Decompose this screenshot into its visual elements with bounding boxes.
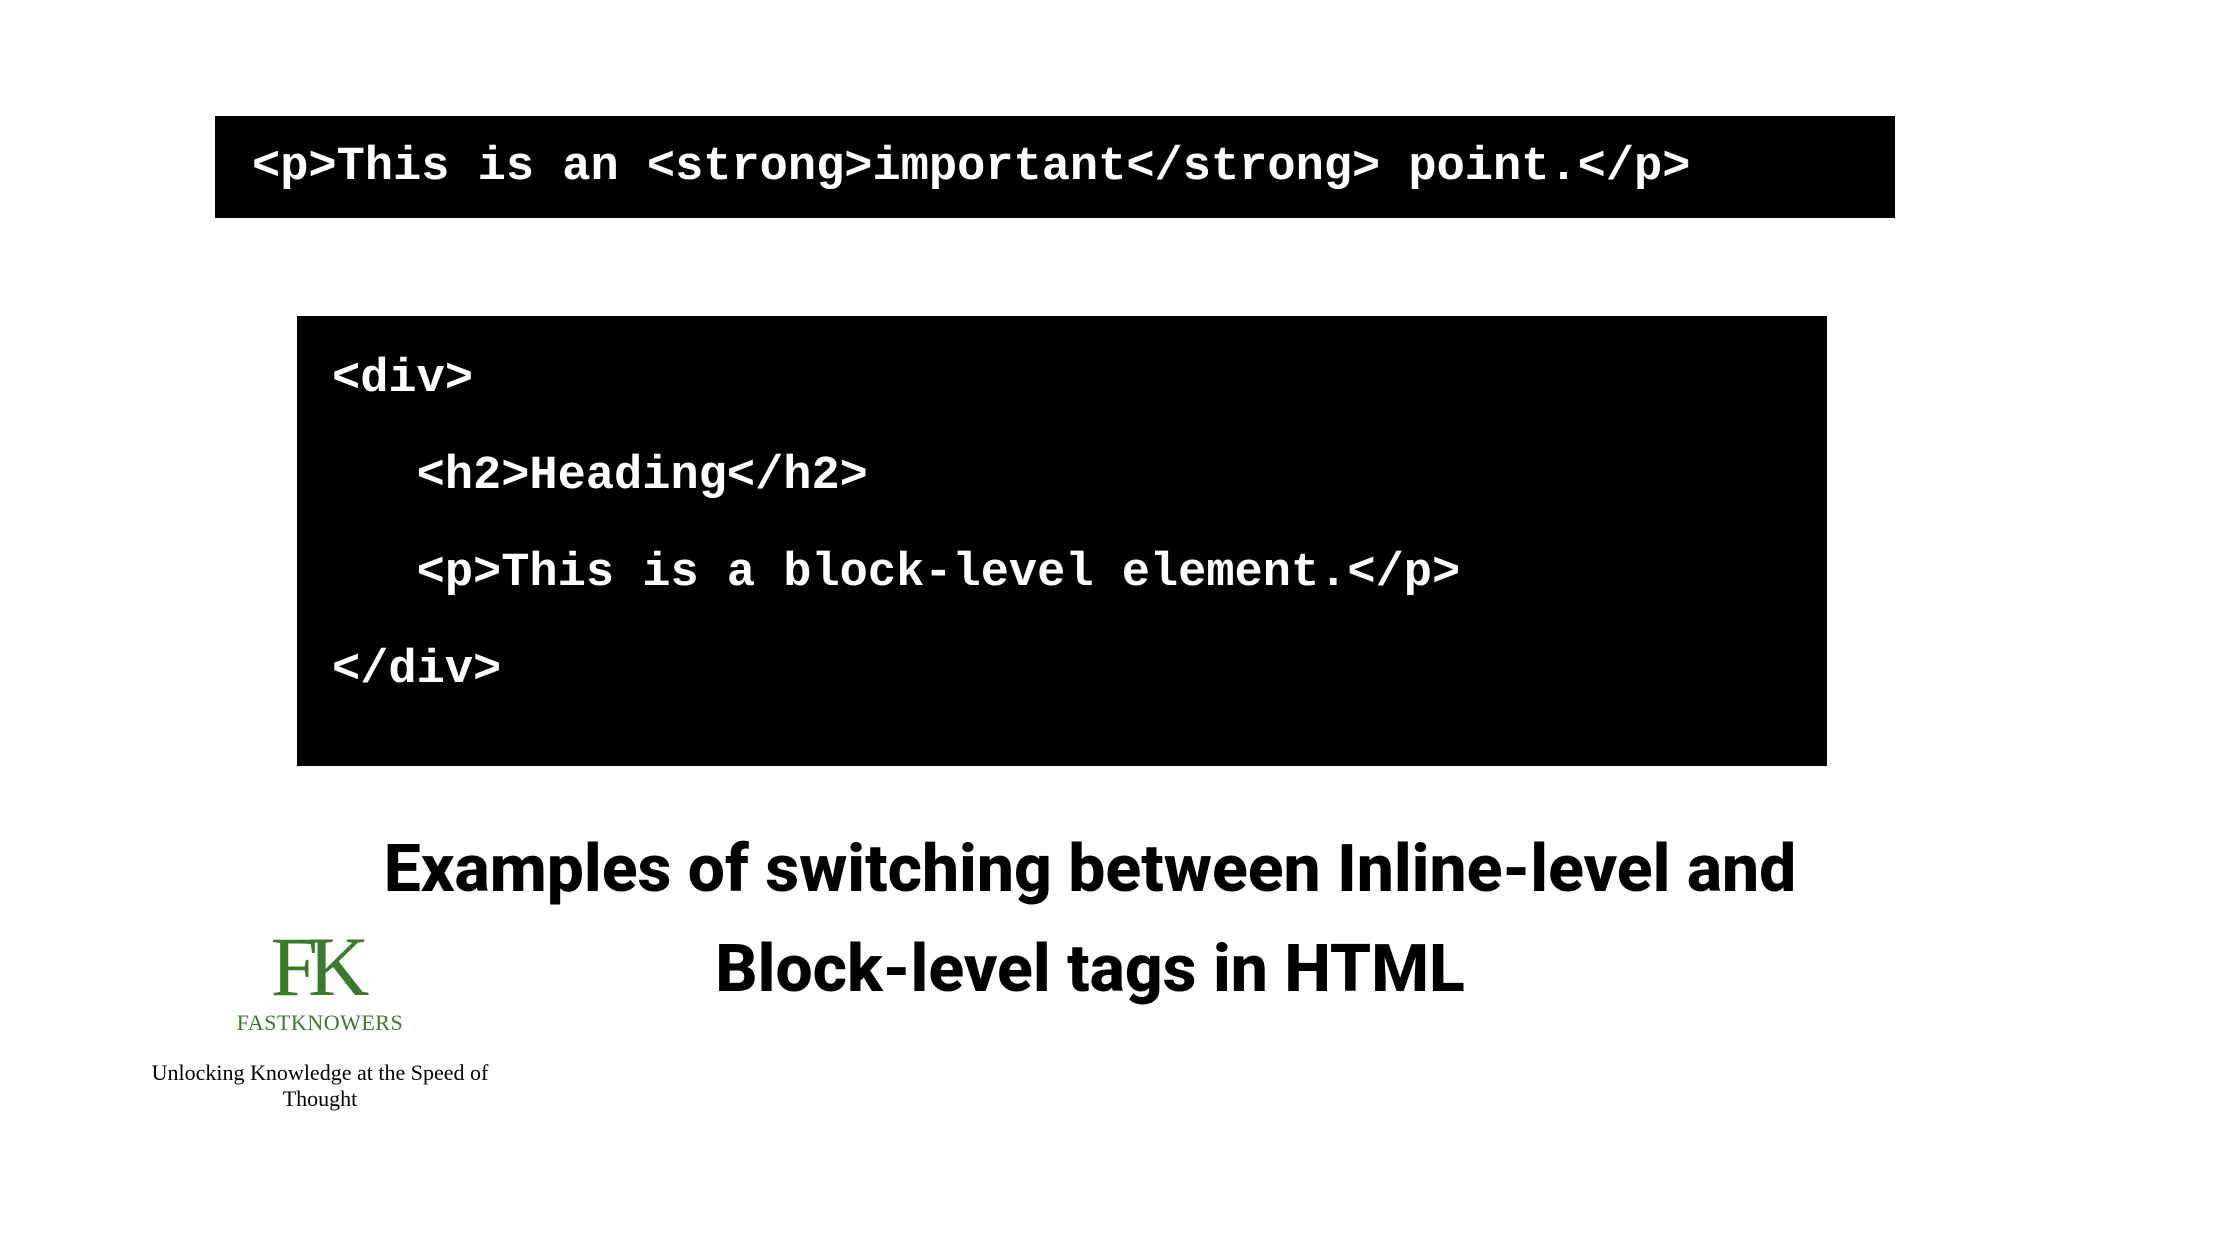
code-line-div-open: <div> — [332, 356, 1792, 403]
logo-brand-name: FASTKNOWERS — [120, 1010, 520, 1036]
code-block-inline-example: <p>This is an <strong>important</strong>… — [215, 116, 1895, 218]
logo-tagline: Unlocking Knowledge at the Speed of Thou… — [120, 1060, 520, 1112]
logo-letter-k: K — [308, 925, 369, 1010]
logo-container: F K FASTKNOWERS Unlocking Knowledge at t… — [120, 925, 520, 1112]
code-line-h2: <h2>Heading</h2> — [332, 453, 1792, 500]
code-line-div-close: </div> — [332, 647, 1792, 694]
code-line-p: <p>This is a block-level element.</p> — [332, 550, 1792, 597]
code-line-inline: <p>This is an <strong>important</strong>… — [252, 141, 1690, 194]
page-title: Examples of switching between Inline-lev… — [340, 820, 1840, 1021]
code-block-block-example: <div> <h2>Heading</h2> <p>This is a bloc… — [297, 316, 1827, 766]
logo-monogram: F K — [120, 925, 520, 1010]
